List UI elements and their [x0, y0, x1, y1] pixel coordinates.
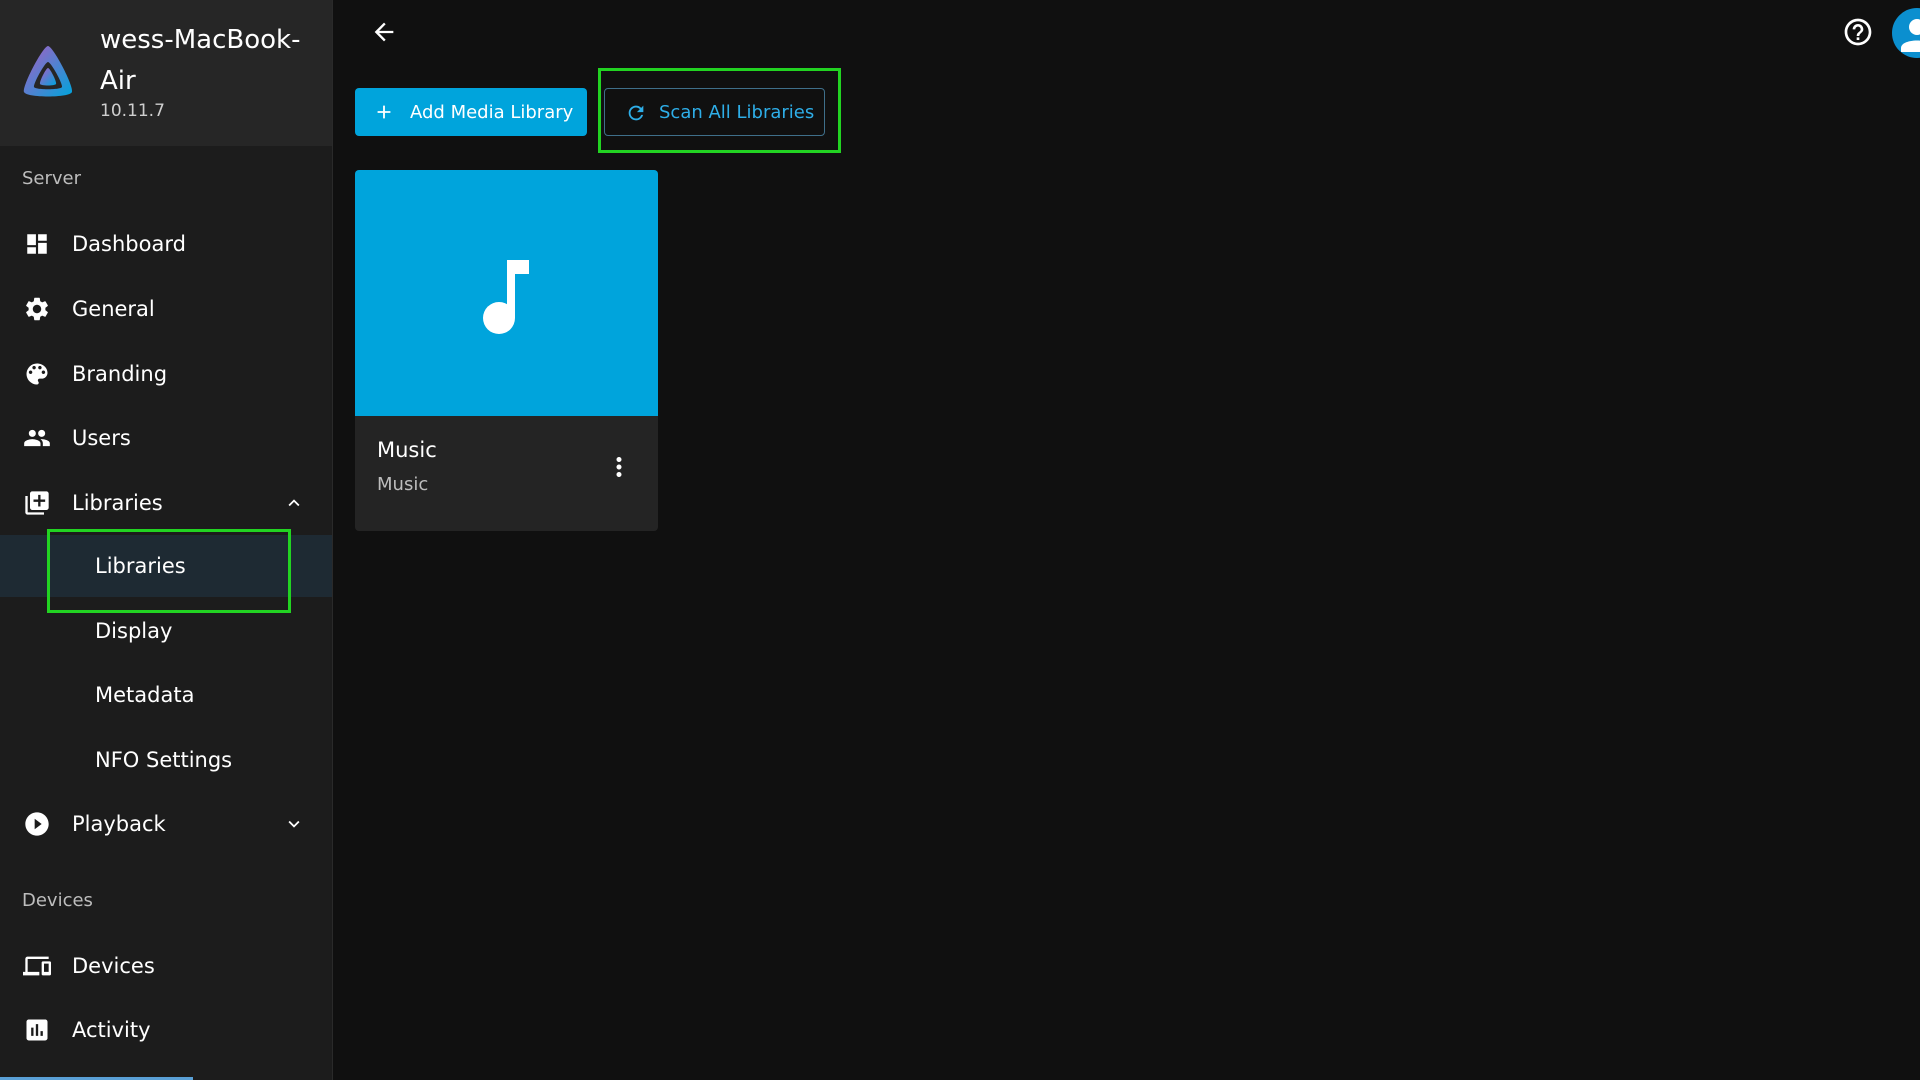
add-media-library-label: Add Media Library — [410, 101, 574, 123]
server-header: wess-MacBook-Air 10.11.7 — [0, 0, 332, 146]
back-button[interactable] — [366, 14, 402, 50]
chevron-down-icon — [288, 820, 300, 828]
sidebar-subitem-label: Metadata — [95, 683, 195, 707]
arrow-left-icon — [374, 22, 394, 42]
help-icon[interactable] — [1842, 16, 1874, 48]
sidebar-item-label: Libraries — [72, 491, 163, 515]
sidebar-item-label: Activity — [72, 1018, 151, 1042]
scan-all-libraries-button[interactable]: Scan All Libraries — [604, 88, 825, 136]
chevron-up-icon — [288, 499, 300, 507]
devices-icon — [23, 952, 51, 980]
sidebar-subitem-label: Libraries — [95, 554, 186, 578]
sidebar-item-devices[interactable]: Devices — [0, 936, 332, 996]
sidebar-item-libraries[interactable]: Libraries — [0, 473, 332, 533]
sidebar-subitem-nfo-settings[interactable]: NFO Settings — [0, 729, 332, 791]
sidebar-item-label: Dashboard — [72, 232, 186, 256]
sidebar-item-activity[interactable]: Activity — [0, 1000, 332, 1060]
sidebar-subitem-display[interactable]: Display — [0, 600, 332, 662]
dashboard-icon — [23, 230, 51, 258]
scan-all-libraries-label: Scan All Libraries — [659, 101, 815, 123]
palette-icon — [23, 360, 51, 388]
library-card-title: Music — [377, 438, 437, 462]
music-note-icon — [483, 260, 529, 334]
server-name: wess-MacBook-Air — [100, 25, 301, 96]
sidebar-item-branding[interactable]: Branding — [0, 344, 332, 404]
sidebar-item-label: Branding — [72, 362, 168, 386]
sidebar: wess-MacBook-Air 10.11.7 Server Dashboar… — [0, 0, 333, 1080]
library-card-image — [355, 170, 658, 416]
sidebar-item-dashboard[interactable]: Dashboard — [0, 214, 332, 274]
sidebar-subitem-libraries[interactable]: Libraries — [0, 535, 332, 597]
sidebar-item-playback[interactable]: Playback — [0, 794, 332, 854]
library-add-icon — [23, 489, 51, 517]
user-icon — [1901, 19, 1920, 52]
sidebar-subitem-metadata[interactable]: Metadata — [0, 664, 332, 726]
plus-icon — [377, 105, 391, 119]
sidebar-item-general[interactable]: General — [0, 279, 332, 339]
play-circle-icon — [23, 810, 51, 838]
refresh-icon — [628, 105, 644, 121]
more-vert-icon[interactable] — [604, 452, 634, 482]
activity-chart-icon — [23, 1016, 51, 1044]
devices-section-label: Devices — [22, 890, 93, 911]
server-section-label: Server — [22, 168, 82, 189]
sidebar-subitem-label: Display — [95, 619, 173, 643]
sidebar-item-label: Playback — [72, 812, 166, 836]
sidebar-item-users[interactable]: Users — [0, 408, 332, 468]
add-media-library-button[interactable]: Add Media Library — [355, 88, 587, 136]
sidebar-item-label: Users — [72, 426, 131, 450]
sidebar-item-label: General — [72, 297, 155, 321]
users-icon — [23, 424, 51, 452]
user-avatar[interactable] — [1892, 8, 1920, 58]
server-version: 10.11.7 — [100, 101, 165, 121]
sidebar-item-label: Devices — [72, 954, 155, 978]
gear-icon — [23, 295, 51, 323]
sidebar-subitem-label: NFO Settings — [95, 748, 233, 772]
library-card-subtitle: Music — [377, 474, 429, 495]
jellyfin-logo-icon — [23, 46, 73, 97]
